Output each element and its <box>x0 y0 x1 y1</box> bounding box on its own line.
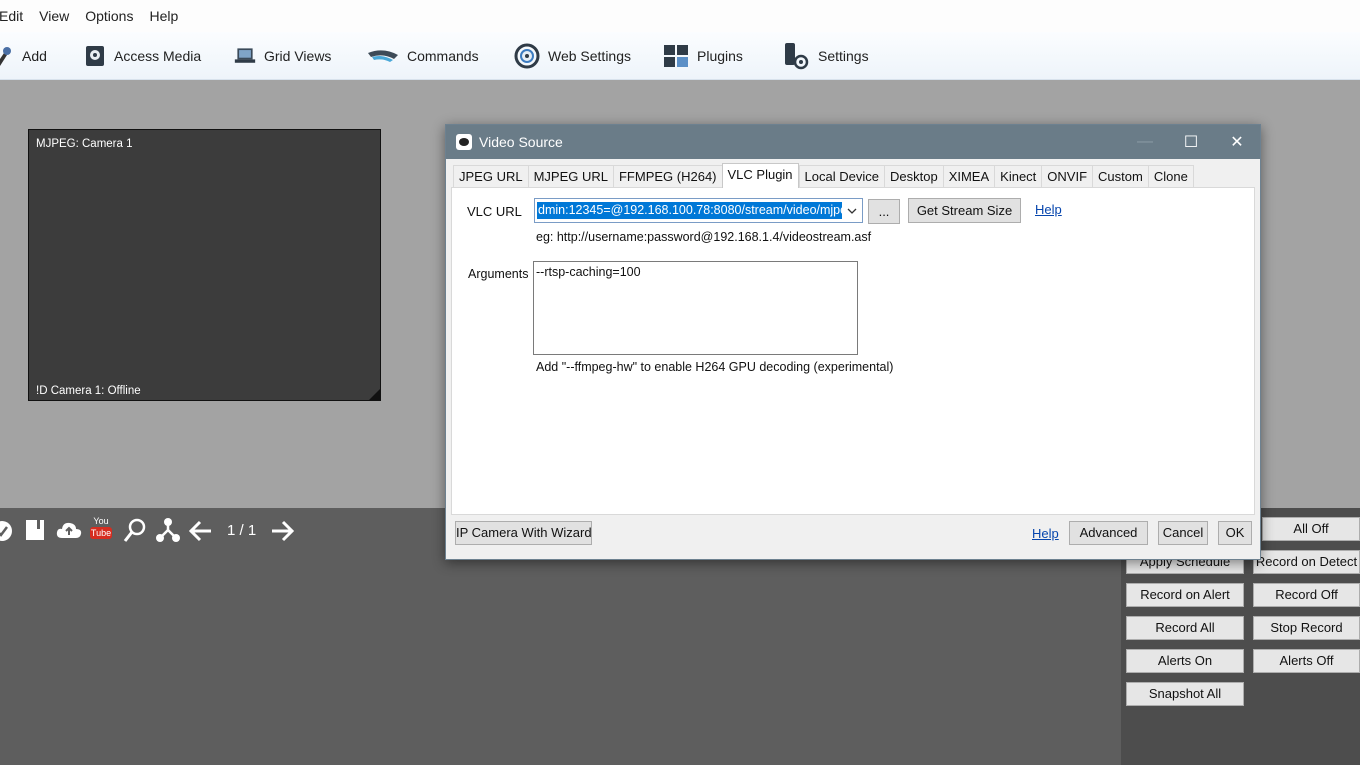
ip-camera-wizard-button[interactable]: IP Camera With Wizard <box>455 521 592 545</box>
record-on-alert-button[interactable]: Record on Alert <box>1126 583 1244 607</box>
alerts-off-button[interactable]: Alerts Off <box>1253 649 1360 673</box>
menu-bar: Edit View Options Help <box>0 0 1360 32</box>
get-stream-size-button[interactable]: Get Stream Size <box>908 198 1021 223</box>
plugins-icon <box>664 44 688 67</box>
dialog-title: Video Source <box>479 134 563 150</box>
check-icon[interactable] <box>0 519 14 543</box>
network-icon[interactable] <box>156 517 180 543</box>
settings-icon <box>785 42 809 69</box>
book-icon[interactable] <box>25 518 45 542</box>
page-indicator: 1 / 1 <box>227 522 257 539</box>
arrow-right-icon[interactable] <box>270 520 294 542</box>
search-icon[interactable] <box>123 518 147 544</box>
youtube-you: You <box>93 516 109 526</box>
settings-button[interactable]: Settings <box>782 41 869 71</box>
menu-view[interactable]: View <box>31 8 77 24</box>
tab-vlc-plugin[interactable]: VLC Plugin <box>721 163 799 188</box>
tab-mjpeg-url[interactable]: MJPEG URL <box>527 165 613 187</box>
alerts-on-button[interactable]: Alerts On <box>1126 649 1244 673</box>
vlc-url-combobox[interactable]: dmin:12345=@192.168.100.78:8080/stream/v… <box>534 198 863 223</box>
camera-tile[interactable]: MJPEG: Camera 1 !D Camera 1: Offline <box>28 129 381 401</box>
ok-button[interactable]: OK <box>1218 521 1252 545</box>
camera-title: MJPEG: Camera 1 <box>36 138 133 150</box>
tab-ffmpeg-h264[interactable]: FFMPEG (H264) <box>612 165 722 187</box>
tab-local-device[interactable]: Local Device <box>798 165 884 187</box>
access-media-button[interactable]: Access Media <box>84 41 201 71</box>
access-media-icon <box>86 45 104 66</box>
stop-record-button[interactable]: Stop Record <box>1253 616 1360 640</box>
footer-help-link[interactable]: Help <box>1032 526 1059 541</box>
arguments-value: --rtsp-caching=100 <box>536 265 641 279</box>
add-button[interactable]: Add <box>0 41 47 71</box>
add-icon <box>0 46 11 66</box>
dialog-title-bar[interactable]: Video Source — ☐ ✕ <box>446 125 1260 159</box>
web-settings-label: Web Settings <box>548 47 632 64</box>
camera-status: !D Camera 1: Offline <box>36 385 141 397</box>
grid-views-button[interactable]: Grid Views <box>234 41 331 71</box>
arguments-hint: Add "--ffmpeg-hw" to enable H264 GPU dec… <box>536 360 894 374</box>
vlc-url-value: dmin:12345=@192.168.100.78:8080/stream/v… <box>537 202 842 219</box>
all-off-button[interactable]: All Off <box>1262 517 1360 541</box>
tab-custom[interactable]: Custom <box>1092 165 1148 187</box>
close-button[interactable]: ✕ <box>1214 125 1260 159</box>
advanced-button[interactable]: Advanced <box>1069 521 1148 545</box>
commands-icon <box>368 49 398 62</box>
cloud-upload-icon[interactable] <box>56 520 82 540</box>
vlc-plugin-panel: VLC URL dmin:12345=@192.168.100.78:8080/… <box>451 187 1255 515</box>
record-on-detect-button[interactable]: Record on Detect <box>1253 550 1360 574</box>
grid-views-label: Grid Views <box>264 47 332 64</box>
minimize-button[interactable]: — <box>1122 125 1168 159</box>
add-label: Add <box>22 47 47 64</box>
tab-clone[interactable]: Clone <box>1147 165 1194 187</box>
menu-help[interactable]: Help <box>141 8 186 24</box>
resize-handle[interactable] <box>369 389 380 400</box>
menu-edit[interactable]: Edit <box>0 8 31 24</box>
arguments-textarea[interactable]: --rtsp-caching=100 <box>533 261 858 355</box>
tab-ximea[interactable]: XIMEA <box>942 165 995 187</box>
plugins-label: Plugins <box>697 47 743 64</box>
settings-label: Settings <box>818 47 869 64</box>
camera-app-icon <box>456 134 472 150</box>
chevron-down-icon[interactable] <box>842 199 862 222</box>
youtube-icon[interactable]: You Tube <box>90 516 112 544</box>
record-all-button[interactable]: Record All <box>1126 616 1244 640</box>
help-link[interactable]: Help <box>1035 202 1062 217</box>
arrow-left-icon[interactable] <box>189 520 213 542</box>
plugins-button[interactable]: Plugins <box>663 41 743 71</box>
commands-button[interactable]: Commands <box>367 41 479 71</box>
tab-kinect[interactable]: Kinect <box>994 165 1042 187</box>
url-example: eg: http://username:password@192.168.1.4… <box>536 230 872 244</box>
video-source-dialog: Video Source — ☐ ✕ JPEG URL MJPEG URL FF… <box>445 124 1261 560</box>
grid-views-icon <box>234 47 256 63</box>
access-media-label: Access Media <box>114 47 202 64</box>
toolbar: Add Access Media Grid Views Commands Web… <box>0 32 1360 80</box>
vlc-url-label: VLC URL <box>467 204 522 219</box>
source-tabs: JPEG URL MJPEG URL FFMPEG (H264) VLC Plu… <box>453 163 1194 188</box>
web-settings-icon <box>514 43 540 68</box>
maximize-button[interactable]: ☐ <box>1168 125 1214 159</box>
web-settings-button[interactable]: Web Settings <box>514 41 631 71</box>
tab-jpeg-url[interactable]: JPEG URL <box>453 165 528 187</box>
browse-button[interactable]: ... <box>868 199 900 224</box>
record-off-button[interactable]: Record Off <box>1253 583 1360 607</box>
youtube-tube: Tube <box>90 527 112 539</box>
commands-label: Commands <box>407 47 479 64</box>
snapshot-all-button[interactable]: Snapshot All <box>1126 682 1244 706</box>
arguments-label: Arguments <box>468 267 529 281</box>
tab-desktop[interactable]: Desktop <box>883 165 943 187</box>
menu-options[interactable]: Options <box>77 8 141 24</box>
tab-onvif[interactable]: ONVIF <box>1041 165 1093 187</box>
cancel-button[interactable]: Cancel <box>1158 521 1208 545</box>
